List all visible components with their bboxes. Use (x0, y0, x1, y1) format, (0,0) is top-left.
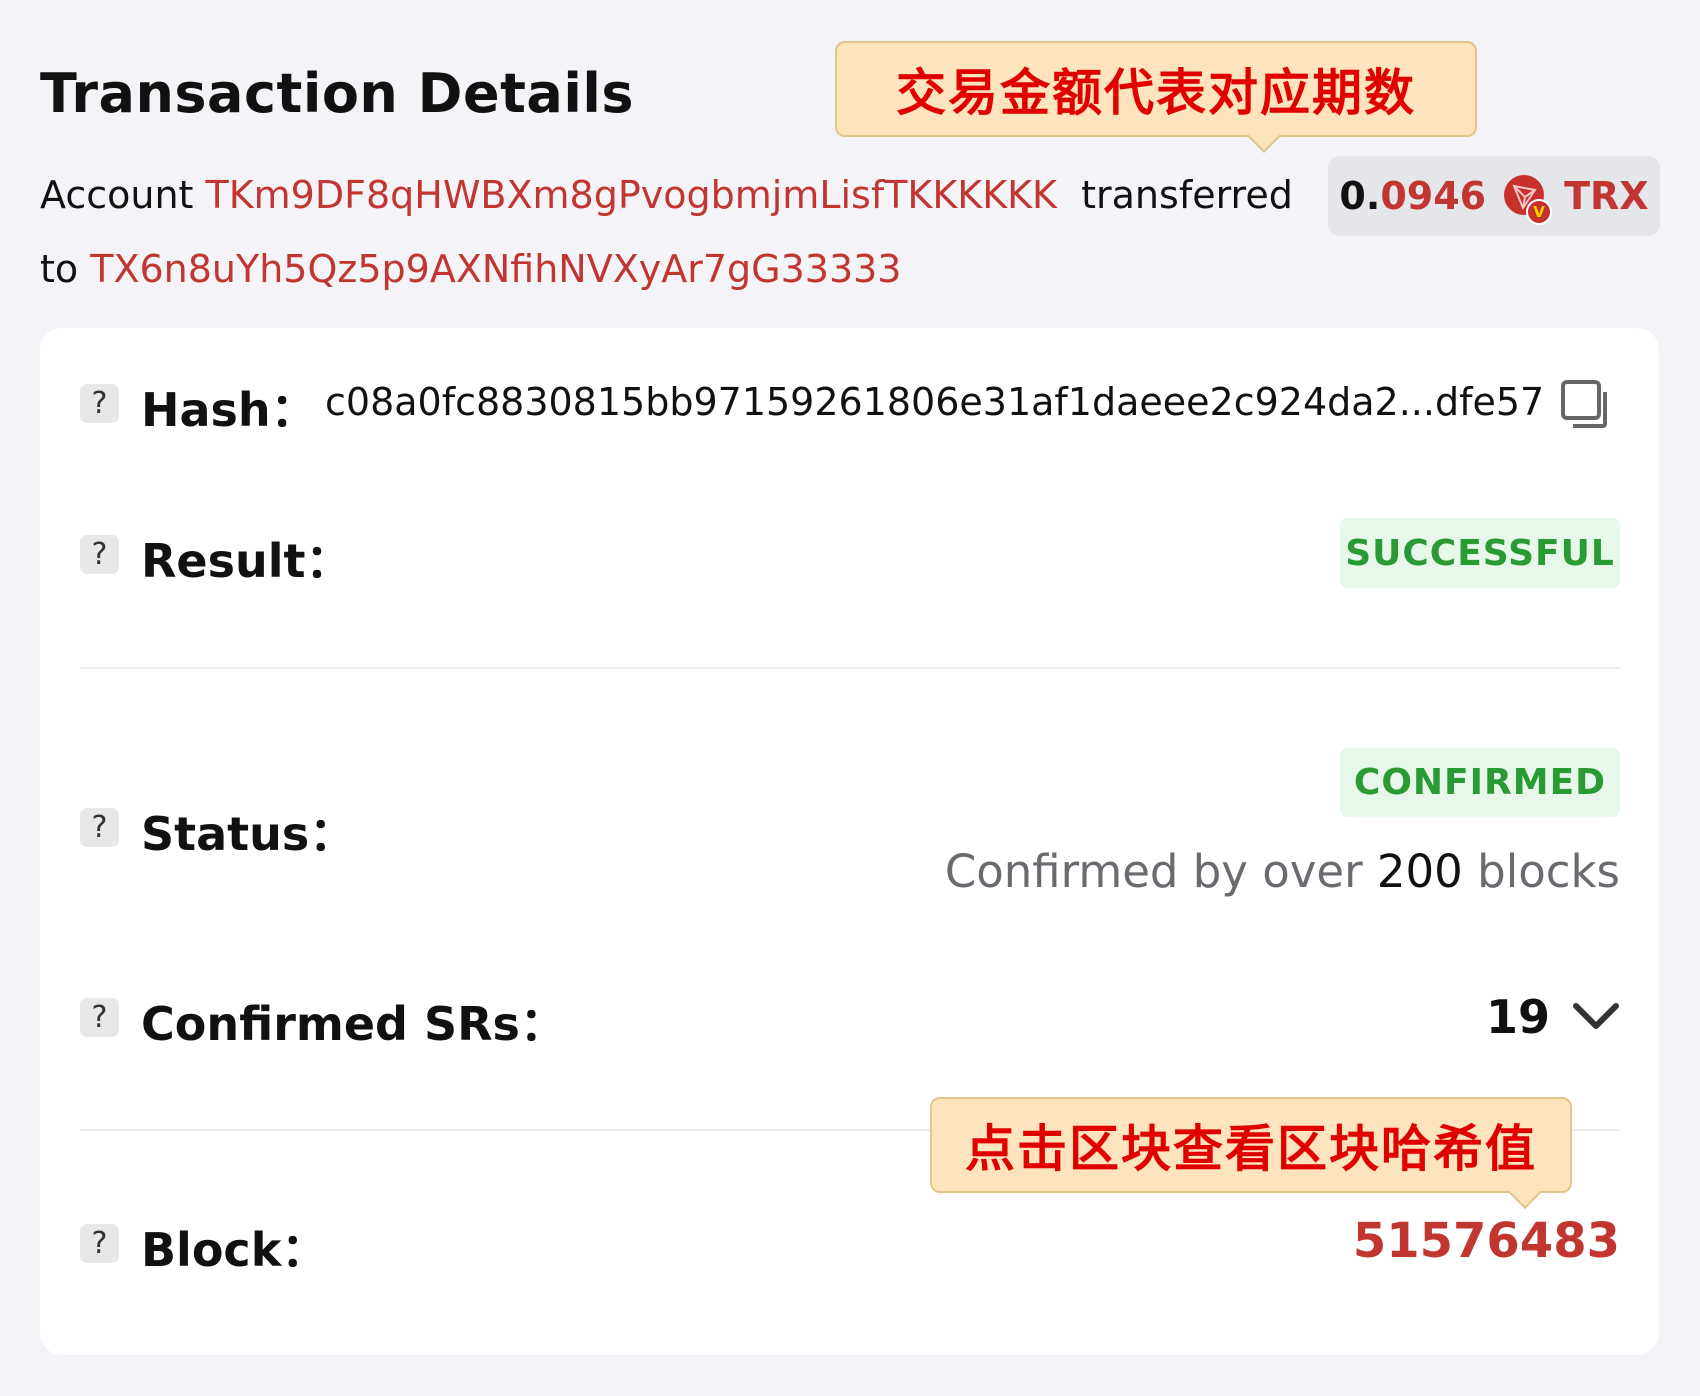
page-title: Transaction Details (40, 62, 635, 125)
tron-icon: V (1504, 175, 1553, 225)
result-label: Result： (141, 534, 352, 588)
account-label: Account (40, 173, 194, 217)
confirmation-note: Confirmed by over 200 blocks (944, 845, 1620, 898)
help-icon[interactable]: ? (80, 384, 119, 423)
transferred-label: transferred (1081, 173, 1293, 217)
help-icon[interactable]: ? (80, 808, 119, 847)
chevron-down-icon (1573, 1003, 1619, 1029)
block-label: Block： (141, 1223, 328, 1277)
help-icon[interactable]: ? (80, 1224, 119, 1263)
block-annotation-callout: 点击区块查看区块哈希值 (930, 1097, 1572, 1209)
help-icon[interactable]: ? (80, 535, 119, 574)
result-badge: SUCCESSFUL (1340, 518, 1620, 588)
amount-value: 0.0946 (1339, 174, 1487, 218)
from-address-link[interactable]: TKm9DF8qHWBXm8gPvogbmjmLisfTKKKKKK (206, 173, 1057, 217)
to-label: to (40, 247, 79, 291)
confirmed-srs-count: 19 (1485, 990, 1550, 1044)
status-label: Status： (141, 807, 356, 861)
status-badge: CONFIRMED (1340, 748, 1620, 817)
confirmed-srs-toggle[interactable]: 19 (1486, 990, 1620, 1044)
token-symbol-link[interactable]: TRX (1564, 174, 1648, 218)
copy-icon[interactable] (1561, 380, 1611, 434)
transfer-summary-line-1: Account TKm9DF8qHWBXm8gPvogbmjmLisfTKKKK… (40, 173, 1293, 217)
help-icon[interactable]: ? (80, 998, 119, 1037)
block-number-link[interactable]: 51576483 (1353, 1213, 1620, 1269)
divider (80, 667, 1620, 669)
to-address-link[interactable]: TX6n8uYh5Qz5p9AXNfihNVXyAr7gG33333 (90, 247, 901, 291)
confirmed-srs-label: Confirmed SRs： (141, 997, 566, 1051)
amount-annotation-callout: 交易金额代表对应期数 (835, 41, 1477, 153)
verified-badge: V (1526, 199, 1553, 225)
hash-label: Hash： (141, 383, 317, 437)
transfer-summary-line-2: to TX6n8uYh5Qz5p9AXNfihNVXyAr7gG33333 (40, 247, 901, 291)
amount-pill: 0.0946 V TRX (1328, 156, 1660, 236)
hash-value: c08a0fc8830815bb97159261806e31af1daeee2c… (325, 380, 1545, 424)
